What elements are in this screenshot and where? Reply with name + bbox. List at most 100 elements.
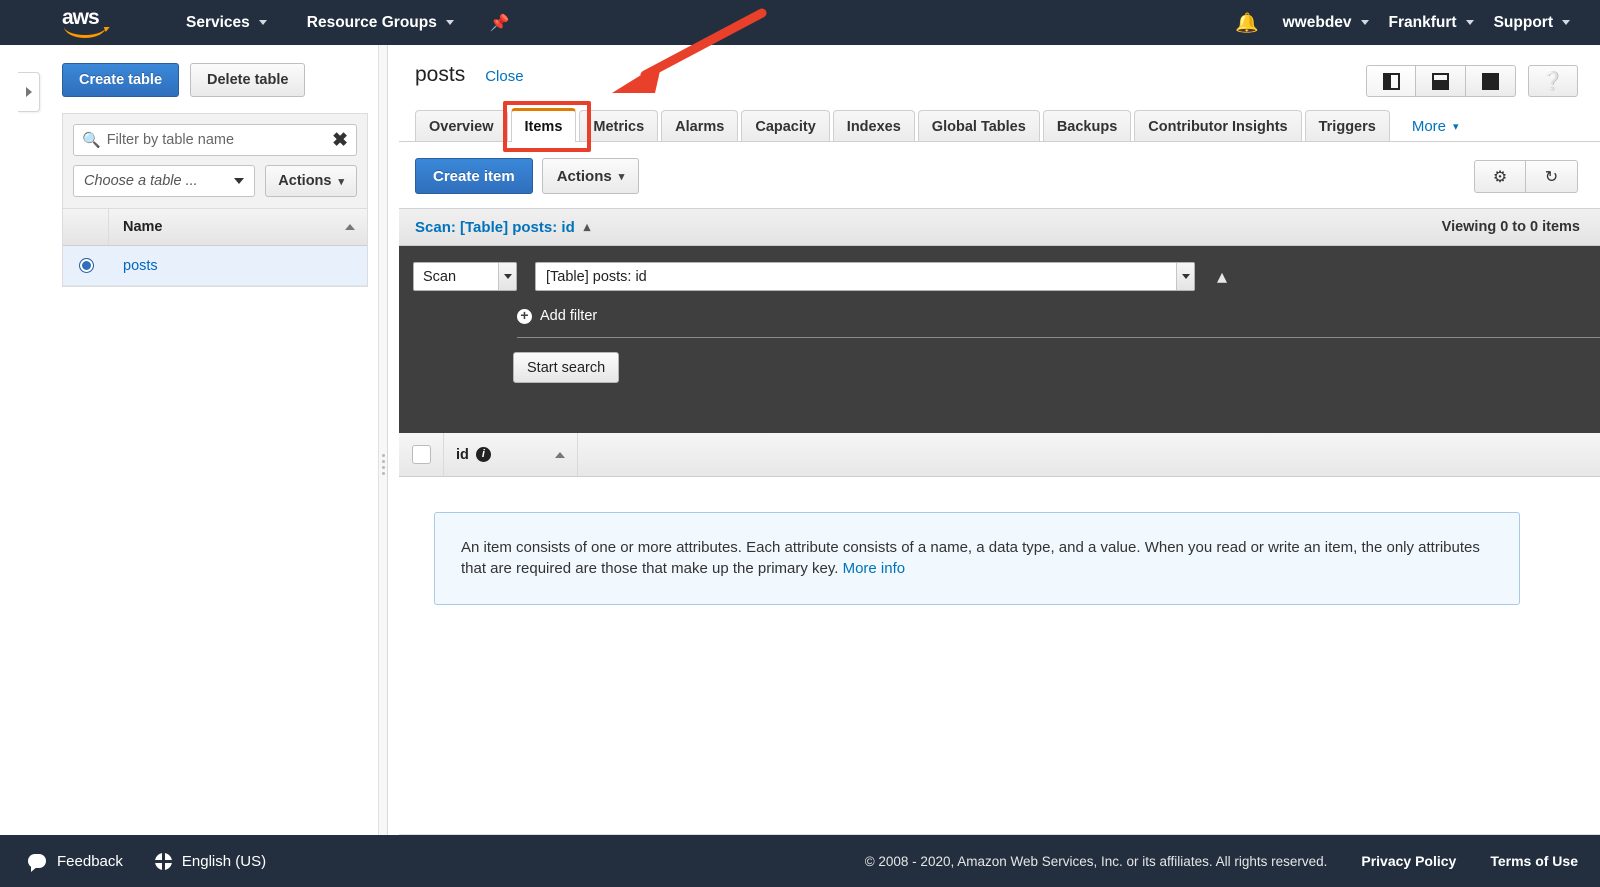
items-actions-label: Actions bbox=[556, 167, 612, 185]
create-table-button[interactable]: Create table bbox=[62, 63, 180, 97]
tab-overview[interactable]: Overview bbox=[415, 110, 508, 142]
nav-account-label: wwebdev bbox=[1282, 13, 1352, 31]
table-list-header-select-col bbox=[63, 209, 109, 245]
tab-label: Global Tables bbox=[931, 118, 1026, 135]
chevron-down-icon bbox=[503, 274, 512, 279]
chevron-down-icon bbox=[1465, 20, 1474, 25]
tab-more-menu[interactable]: More ▾ bbox=[1399, 110, 1472, 142]
tab-metrics[interactable]: Metrics bbox=[579, 110, 659, 142]
tab-label: Contributor Insights bbox=[1148, 118, 1288, 135]
items-toolbar-right: ⚙ ↻ bbox=[1474, 160, 1578, 193]
sidebar-expand-toggle[interactable] bbox=[18, 72, 40, 112]
terms-of-use-link[interactable]: Terms of Use bbox=[1490, 853, 1578, 869]
filter-row: 🔍 ✖ bbox=[63, 114, 367, 156]
tab-capacity[interactable]: Capacity bbox=[741, 110, 830, 142]
gear-icon: ⚙ bbox=[1492, 168, 1508, 186]
delete-table-button[interactable]: Delete table bbox=[190, 63, 306, 97]
view-layout-group bbox=[1366, 65, 1516, 97]
full-view-button[interactable] bbox=[1466, 65, 1516, 97]
pin-icon[interactable]: 📌 bbox=[490, 13, 510, 33]
nav-account-menu[interactable]: wwebdev bbox=[1273, 0, 1379, 45]
nav-region-label: Frankfurt bbox=[1388, 13, 1457, 31]
more-info-link[interactable]: More info bbox=[843, 560, 906, 577]
tab-alarms[interactable]: Alarms bbox=[661, 110, 739, 142]
table-list-header-name-col[interactable]: Name bbox=[109, 219, 367, 235]
settings-button[interactable]: ⚙ bbox=[1474, 160, 1526, 193]
tabs-underline bbox=[399, 141, 1600, 142]
tab-indexes[interactable]: Indexes bbox=[832, 110, 915, 142]
panel-resize-handle[interactable] bbox=[378, 45, 388, 835]
top-navigation-bar: aws Services Resource Groups 📌 🔔 wwebdev… bbox=[0, 0, 1600, 45]
items-column-id[interactable]: id i bbox=[443, 433, 578, 476]
items-table-header: id i bbox=[399, 433, 1600, 477]
chevron-down-icon bbox=[445, 20, 454, 25]
sort-ascending-icon bbox=[555, 451, 565, 458]
items-actions-button[interactable]: Actions ▾ bbox=[541, 158, 640, 194]
nav-right-group: 🔔 wwebdev Frankfurt Support bbox=[1221, 0, 1600, 45]
choose-a-table-value: Choose a table ... bbox=[84, 173, 198, 189]
add-filter-button[interactable]: + Add filter bbox=[517, 308, 597, 324]
scan-operation-select[interactable]: Scan bbox=[413, 262, 517, 291]
tab-label: Overview bbox=[429, 118, 494, 135]
add-filter-label: Add filter bbox=[540, 308, 598, 324]
tab-label: Items bbox=[524, 118, 563, 135]
search-icon: 🔍 bbox=[82, 132, 101, 149]
select-all-checkbox[interactable] bbox=[411, 445, 431, 464]
chevron-down-icon bbox=[234, 178, 245, 184]
help-button[interactable]: ❔ bbox=[1528, 65, 1578, 97]
info-icon[interactable]: i bbox=[475, 447, 491, 462]
filter-input-wrapper[interactable]: 🔍 ✖ bbox=[73, 124, 357, 156]
clear-filter-icon[interactable]: ✖ bbox=[332, 131, 348, 150]
scan-target-select[interactable]: [Table] posts: id bbox=[535, 262, 1195, 291]
chevron-down-icon bbox=[1360, 20, 1369, 25]
nav-services-menu[interactable]: Services bbox=[176, 0, 277, 45]
select-arrow-box bbox=[498, 263, 516, 290]
feedback-button[interactable]: Feedback bbox=[28, 853, 123, 872]
aws-logo-text: aws bbox=[62, 5, 100, 29]
refresh-icon: ↻ bbox=[1544, 168, 1559, 186]
aws-logo[interactable]: aws bbox=[62, 5, 114, 38]
tab-label: Indexes bbox=[846, 118, 901, 135]
chevron-down-icon: ▾ bbox=[338, 175, 344, 188]
table-row-radio[interactable] bbox=[78, 258, 94, 273]
view-layout-controls: ❔ bbox=[1366, 65, 1578, 97]
sidebar-actions-button[interactable]: Actions ▾ bbox=[265, 165, 357, 197]
tab-global-tables[interactable]: Global Tables bbox=[917, 110, 1040, 142]
tab-items[interactable]: Items bbox=[510, 108, 577, 142]
choose-a-table-select[interactable]: Choose a table ... bbox=[73, 165, 256, 197]
split-vertical-view-button[interactable] bbox=[1366, 65, 1416, 97]
tab-backups[interactable]: Backups bbox=[1042, 110, 1132, 142]
question-mark-icon: ❔ bbox=[1541, 70, 1565, 91]
privacy-policy-link[interactable]: Privacy Policy bbox=[1361, 853, 1456, 869]
filter-by-table-name-input[interactable] bbox=[106, 132, 333, 148]
nav-support-menu[interactable]: Support bbox=[1484, 0, 1580, 45]
language-selector[interactable]: English (US) bbox=[154, 852, 266, 870]
nav-region-menu[interactable]: Frankfurt bbox=[1379, 0, 1484, 45]
chevron-down-icon bbox=[1181, 274, 1190, 279]
scan-summary-label[interactable]: Scan: [Table] posts: id bbox=[415, 219, 575, 236]
table-detail-tabs: Overview Items Metrics Alarms Capacity I… bbox=[415, 108, 1600, 142]
start-search-button[interactable]: Start search bbox=[513, 352, 620, 383]
split-horizontal-view-button[interactable] bbox=[1416, 65, 1466, 97]
table-row[interactable]: posts bbox=[63, 246, 367, 286]
create-item-button[interactable]: Create item bbox=[415, 158, 533, 194]
nav-resource-groups-menu[interactable]: Resource Groups bbox=[297, 0, 464, 45]
tab-triggers[interactable]: Triggers bbox=[1304, 110, 1390, 142]
close-table-link[interactable]: Close bbox=[485, 68, 523, 85]
bell-icon[interactable]: 🔔 bbox=[1221, 11, 1273, 35]
refresh-button[interactable]: ↻ bbox=[1526, 160, 1578, 193]
chevron-up-icon[interactable]: ▴ bbox=[584, 219, 591, 235]
table-row-name[interactable]: posts bbox=[109, 258, 367, 274]
tab-label: Capacity bbox=[755, 118, 816, 135]
chevron-down-icon bbox=[258, 20, 267, 25]
plus-circle-icon: + bbox=[517, 308, 532, 324]
full-square-icon bbox=[1482, 72, 1499, 90]
select-all-cell[interactable] bbox=[399, 445, 443, 464]
items-info-alert-text: An item consists of one or more attribut… bbox=[461, 539, 1480, 578]
tab-contributor-insights[interactable]: Contributor Insights bbox=[1134, 110, 1302, 142]
collapse-scan-panel-icon[interactable]: ▴ bbox=[1217, 267, 1227, 287]
chevron-right-icon bbox=[25, 87, 32, 97]
chevron-down-icon: ▾ bbox=[1453, 120, 1459, 133]
table-row-radio-cell[interactable] bbox=[63, 258, 109, 273]
scan-filter-panel: Scan [Table] posts: id ▴ + Add filter St… bbox=[399, 246, 1600, 433]
